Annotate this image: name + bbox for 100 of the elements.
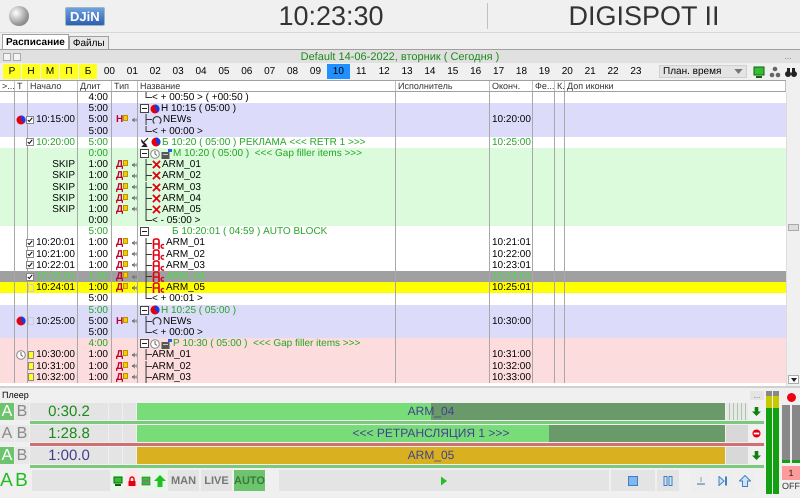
mode-button[interactable]: LIVE [201,470,232,491]
checkbox[interactable] [28,362,34,370]
hour-tab[interactable]: 00 [98,64,121,79]
mode-button[interactable]: MAN [168,470,199,491]
hour-tab[interactable]: 03 [166,64,190,79]
start-time: SKIP [52,159,75,170]
table-row[interactable]: 0:00 < - 05:00 > [0,215,786,226]
table-row[interactable]: 5:00 Н 10:15 ( 05:00 ) [0,103,786,114]
hour-tab[interactable]: 18 [510,64,533,79]
drive-icon[interactable] [141,476,151,486]
filter-button[interactable]: Н [22,64,40,79]
collapse-icon[interactable] [140,306,149,315]
checkbox[interactable] [26,261,34,270]
hour-tab[interactable]: 07 [258,64,282,79]
item-title: Н 10:15 ( 05:00 ) [161,103,236,114]
start-time: 10:22:01 [36,260,75,272]
collapse-icon[interactable] [140,149,149,158]
up-arrow-icon[interactable] [154,474,166,486]
table-row[interactable]: 10:32:00 1:00 Д ARM_03 10:33:00 [0,372,786,383]
speaker-icon [132,250,137,258]
table-row[interactable]: 10:30:00 1:00 Д ARM_01 10:31:00 [0,349,786,360]
table-row[interactable]: 10:31:00 1:00 Д ARM_02 10:32:00 [0,360,786,372]
pause-button[interactable] [657,470,679,491]
column-header[interactable]: >... [0,81,15,91]
checkbox[interactable] [28,350,34,359]
hour-tab[interactable]: 15 [441,64,464,79]
column-header[interactable]: Оконч. [490,81,533,91]
tab[interactable]: Файлы [68,36,109,49]
checkbox[interactable] [26,250,34,258]
filter-button[interactable]: Р [3,64,21,79]
hour-tab[interactable]: 11 [350,64,373,79]
table-row[interactable]: SKIP 1:00 Д ARM_03 [0,182,786,193]
item-title: Б 10:20 ( 05:00 ) РЕКЛАМА <<< RETR 1 >>> [162,136,366,148]
down-arrow-icon [752,451,760,460]
hour-tab[interactable]: 09 [304,64,327,79]
flag-icon [123,115,128,122]
table-row[interactable]: 5:00 < + 00:00 > [0,126,786,137]
scroll-thumb[interactable] [788,224,799,231]
column-header[interactable]: Т [15,81,28,91]
dots-icon[interactable] [769,66,781,78]
monitor-icon[interactable] [753,66,765,78]
column-header[interactable]: К. [555,81,565,91]
column-header[interactable]: Длит [78,81,112,91]
hour-tab[interactable]: 01 [120,64,144,79]
channel-number[interactable]: 1 [782,466,800,480]
hour-tab[interactable]: 08 [281,64,304,79]
column-header[interactable]: Доп иконки [565,81,786,91]
hour-tab[interactable]: 16 [464,64,488,79]
table-row[interactable]: SKIP 1:00 Д ARM_02 [0,170,786,182]
hour-tab[interactable]: 21 [578,64,602,79]
stop-button[interactable] [611,470,655,491]
scroll-down-button[interactable] [788,375,799,384]
checkbox[interactable] [28,373,34,382]
hour-tab[interactable]: 19 [532,64,556,79]
hour-tab[interactable]: 23 [624,64,648,79]
progress-bar[interactable]: ARM_05 [137,447,725,464]
hour-tab[interactable]: 10 [326,64,350,79]
hour-tab[interactable]: 06 [235,64,258,79]
record-icon[interactable] [786,393,796,402]
hour-tab[interactable]: 22 [602,64,624,79]
binoculars-icon[interactable] [785,66,797,78]
sort-dropdown[interactable]: План. время [659,65,747,78]
checkbox[interactable] [26,138,34,146]
hour-tab[interactable]: 02 [144,64,167,79]
table-row[interactable]: SKIP 1:00 Д ARM_01 [0,159,786,170]
item-title: ARM_03 [162,182,201,193]
hour-tab[interactable]: 13 [396,64,418,79]
hour-tab[interactable]: 12 [372,64,396,79]
tab[interactable]: Расписание [2,34,69,49]
checkbox[interactable] [26,272,34,281]
hour-tab[interactable]: 17 [487,64,510,79]
collapse-icon[interactable] [140,227,149,236]
checkbox[interactable] [26,116,34,124]
collapse-icon[interactable] [140,104,149,114]
hour-tab[interactable]: 20 [556,64,579,79]
more-button[interactable]: ... [776,52,800,61]
table-row[interactable]: 5:00 < + 00:00 > [0,326,786,338]
table-row[interactable]: 10:24:01 1:00 Д ARM_05 10:25:01 [0,282,786,294]
hour-tab[interactable]: 14 [418,64,442,79]
table-row[interactable]: SKIP 1:00 Д ARM_04 [0,192,786,204]
monitor-icon[interactable] [113,476,123,486]
filter-button[interactable]: Б [79,64,97,79]
hour-tab[interactable]: 05 [212,64,236,79]
column-header[interactable]: Тип [112,81,138,91]
table-row[interactable]: 10:25:00 5:00 Н NEWs 10:30:00 [0,316,786,327]
column-header[interactable]: Начало [28,81,78,91]
filter-button[interactable]: П [60,64,78,79]
column-header[interactable]: Название [138,81,396,91]
hour-tab[interactable]: 04 [190,64,212,79]
collapse-icon[interactable] [140,339,149,348]
duration: 1:00 [88,204,108,216]
lock-icon[interactable] [127,476,137,486]
checkbox[interactable] [26,239,34,248]
filter-button[interactable]: М [41,64,59,79]
table-row[interactable]: SKIP 1:00 Д ARM_05 [0,204,786,216]
scrollbar[interactable] [786,92,800,386]
more-button[interactable]: ... [750,390,764,400]
column-header[interactable]: Исполнитель [396,81,490,91]
column-header[interactable]: Фе... [533,81,555,91]
table-row[interactable]: 10:15:00 5:00 Н NEWs 10:20:00 [0,114,786,126]
